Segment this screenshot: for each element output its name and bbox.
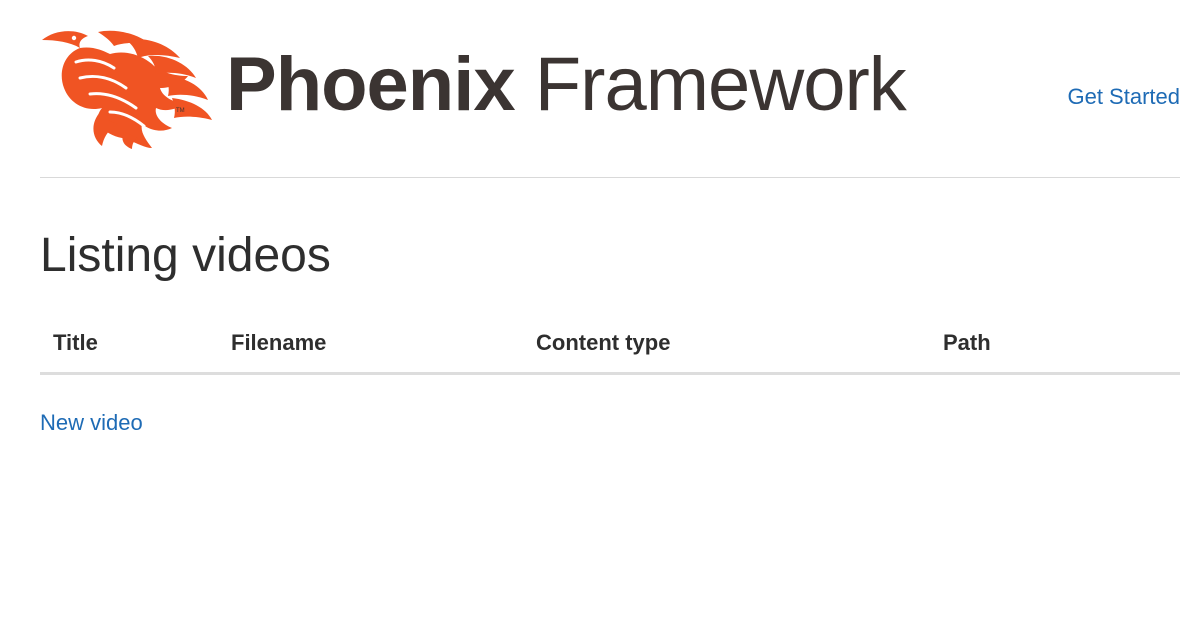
phoenix-bird-icon — [42, 30, 212, 149]
get-started-link[interactable]: Get Started — [1067, 84, 1180, 110]
phoenix-logo[interactable]: TM Phoenix Framework — [40, 28, 907, 150]
table-header: Title Filename Content type Path — [40, 322, 1180, 375]
logo-brand-light: Framework — [534, 42, 907, 127]
page-title: Listing videos — [40, 229, 331, 282]
logo-brand-bold: Phoenix — [226, 42, 516, 127]
table-header-row: Title Filename Content type Path — [40, 322, 1180, 375]
page: TM Phoenix Framework Get Started Listing… — [0, 0, 1200, 617]
column-header-content-type: Content type — [523, 322, 930, 375]
header: TM Phoenix Framework Get Started — [40, 28, 1180, 150]
column-header-filename: Filename — [218, 322, 523, 375]
logo-wordmark: Phoenix Framework — [226, 42, 907, 128]
header-divider — [40, 177, 1180, 178]
videos-table: Title Filename Content type Path — [40, 322, 1180, 375]
column-header-title: Title — [40, 322, 218, 375]
trademark-label: TM — [176, 108, 185, 114]
column-header-path: Path — [930, 322, 1180, 375]
new-video-link[interactable]: New video — [40, 410, 143, 436]
